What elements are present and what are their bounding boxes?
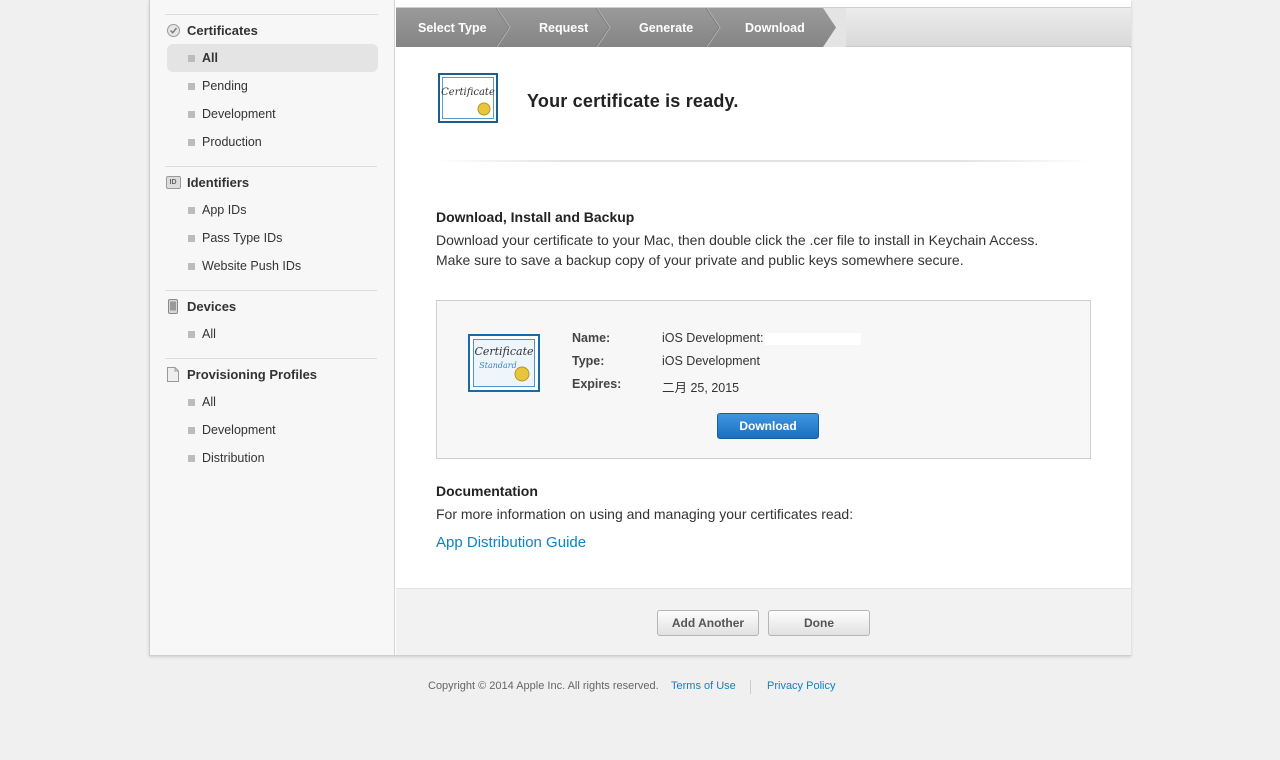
sidebar-heading-devices[interactable]: Devices — [165, 295, 379, 317]
sidebar-item-label: All — [202, 395, 216, 409]
sidebar-heading-label: Provisioning Profiles — [187, 366, 318, 382]
sidebar-item-pass-type-ids[interactable]: Pass Type IDs — [167, 224, 378, 252]
document-icon — [165, 366, 181, 382]
step-request[interactable]: Request — [539, 8, 588, 47]
bullet-icon — [188, 234, 195, 242]
sidebar-section-certificates: Certificates All Pending Development Pro… — [165, 19, 379, 167]
type-value: iOS Development — [662, 354, 760, 368]
sidebar-item-label: Website Push IDs — [202, 259, 302, 273]
sidebar-divider — [165, 290, 377, 291]
sidebar-item-label: Development — [202, 107, 276, 121]
sidebar-heading-label: Certificates — [187, 22, 258, 38]
bullet-icon — [188, 138, 195, 146]
app-distribution-guide-link[interactable]: App Distribution Guide — [436, 534, 586, 551]
certificate-seal-icon — [165, 22, 181, 38]
sidebar-divider — [165, 14, 378, 15]
bullet-icon — [188, 206, 195, 214]
sidebar: Certificates All Pending Development Pro… — [150, 0, 395, 655]
download-section-text: Download your certificate to your Mac, t… — [436, 232, 1039, 268]
iphone-icon — [165, 298, 181, 314]
certificate-card: Certificate Standard Name: iOS Developme… — [436, 300, 1091, 459]
sidebar-item-label: Pending — [202, 79, 248, 93]
sidebar-item-profiles-all[interactable]: All — [167, 388, 378, 416]
sidebar-section-provisioning-profiles: Provisioning Profiles All Development Di… — [165, 363, 379, 472]
bullet-icon — [188, 426, 195, 434]
sidebar-item-certificates-development[interactable]: Development — [167, 100, 378, 128]
sidebar-divider — [165, 358, 377, 359]
footer-divider — [750, 680, 751, 694]
page-title: Your certificate is ready. — [527, 91, 739, 111]
sidebar-item-label: Distribution — [202, 451, 265, 465]
sidebar-item-devices-all[interactable]: All — [167, 320, 378, 348]
bullet-icon — [188, 110, 195, 118]
step-generate[interactable]: Generate — [639, 8, 693, 47]
svg-text:Certificate: Certificate — [441, 87, 495, 98]
sidebar-heading-label: Devices — [187, 298, 237, 314]
step-download[interactable]: Download — [745, 8, 805, 47]
name-value: iOS Development: — [662, 331, 862, 345]
sidebar-item-label: Pass Type IDs — [202, 231, 283, 245]
certificate-standard-icon: Certificate Standard — [468, 334, 540, 392]
documentation-text: For more information on using and managi… — [436, 506, 854, 522]
name-value-text: iOS Development: — [662, 331, 764, 345]
type-label: Type: — [572, 354, 605, 368]
wizard-steps: Select Type Request Generate Download — [396, 8, 1131, 47]
bullet-icon — [188, 454, 195, 462]
sidebar-divider — [165, 166, 377, 167]
sidebar-heading-identifiers[interactable]: ID Identifiers — [165, 171, 379, 193]
sidebar-item-certificates-pending[interactable]: Pending — [167, 72, 378, 100]
sidebar-item-label: Development — [202, 423, 276, 437]
step-select-type[interactable]: Select Type — [418, 8, 487, 47]
bullet-icon — [188, 330, 195, 338]
sidebar-item-profiles-distribution[interactable]: Distribution — [167, 444, 378, 472]
sidebar-item-app-ids[interactable]: App IDs — [167, 196, 378, 224]
redacted-field — [765, 332, 862, 345]
bullet-icon — [188, 82, 195, 90]
svg-text:Standard: Standard — [479, 361, 516, 370]
add-another-button[interactable]: Add Another — [657, 610, 759, 636]
name-label: Name: — [572, 331, 611, 345]
sidebar-heading-certificates[interactable]: Certificates — [165, 19, 379, 41]
expires-label: Expires: — [572, 377, 622, 391]
sidebar-section-devices: Devices All — [165, 295, 379, 359]
sidebar-item-certificates-production[interactable]: Production — [167, 128, 378, 156]
bullet-icon — [188, 54, 195, 62]
documentation-heading: Documentation — [436, 483, 538, 499]
download-button[interactable]: Download — [717, 413, 819, 439]
download-section-heading: Download, Install and Backup — [436, 209, 635, 225]
sidebar-heading-provisioning-profiles[interactable]: Provisioning Profiles — [165, 363, 379, 385]
id-badge-icon: ID — [165, 174, 181, 190]
page-container: Certificates All Pending Development Pro… — [149, 0, 1131, 656]
sidebar-item-profiles-development[interactable]: Development — [167, 416, 378, 444]
sidebar-item-certificates-all[interactable]: All — [167, 44, 378, 72]
done-button[interactable]: Done — [768, 610, 870, 636]
sidebar-item-label: App IDs — [202, 203, 247, 217]
copyright-text: Copyright © 2014 Apple Inc. All rights r… — [428, 680, 659, 692]
expires-value: 二月 25, 2015 — [662, 381, 740, 395]
sidebar-heading-label: Identifiers — [187, 174, 250, 190]
privacy-policy-link[interactable]: Privacy Policy — [767, 680, 835, 692]
sidebar-item-label: Production — [202, 135, 262, 149]
bullet-icon — [188, 398, 195, 406]
terms-of-use-link[interactable]: Terms of Use — [671, 680, 736, 692]
steps-top-border — [396, 0, 1131, 8]
sidebar-item-label: All — [202, 327, 216, 341]
sidebar-item-website-push-ids[interactable]: Website Push IDs — [167, 252, 378, 280]
certificate-icon: Certificate — [438, 73, 498, 123]
sidebar-section-identifiers: ID Identifiers App IDs Pass Type IDs Web… — [165, 171, 379, 291]
svg-text:Certificate: Certificate — [474, 345, 534, 358]
main-content: Certificate Your certificate is ready. D… — [396, 48, 1131, 588]
action-bar: Add Another Done — [396, 588, 1131, 655]
hero-divider — [436, 160, 1091, 162]
bullet-icon — [188, 262, 195, 270]
sidebar-item-label: All — [202, 51, 218, 65]
